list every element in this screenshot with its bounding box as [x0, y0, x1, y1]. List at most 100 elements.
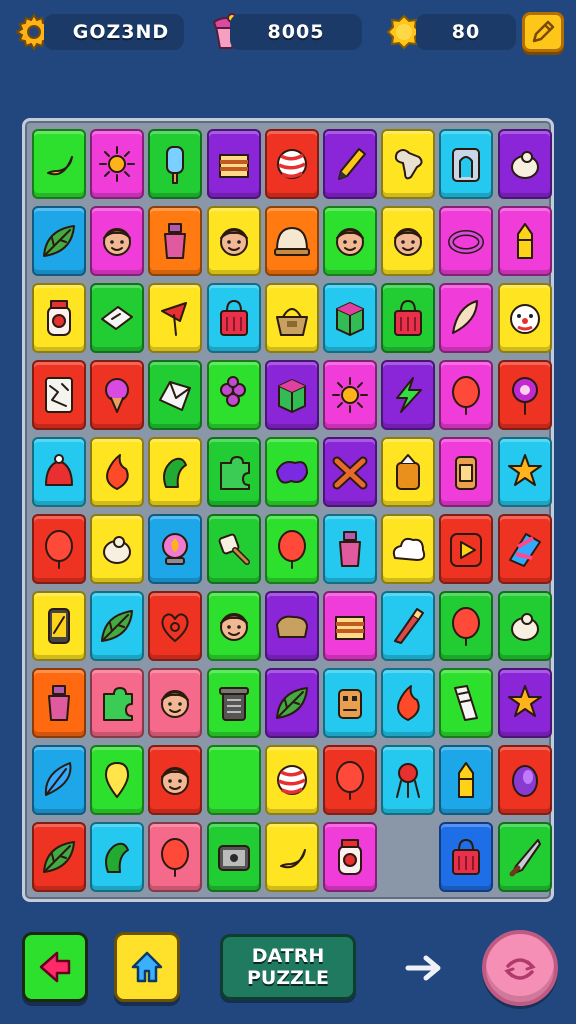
- next-arrow-icon[interactable]: [404, 950, 444, 986]
- tile-map[interactable]: [32, 360, 86, 430]
- tile-icecream[interactable]: [90, 360, 145, 430]
- tile-face[interactable]: [323, 206, 377, 276]
- tile-leaf[interactable]: [264, 668, 319, 738]
- tile-candy-ball[interactable]: [264, 745, 319, 815]
- tile-envelope[interactable]: [148, 360, 203, 430]
- tile-ticket[interactable]: [439, 668, 494, 738]
- tile-bottle[interactable]: [323, 514, 377, 584]
- pencil-button[interactable]: [522, 12, 564, 52]
- tile-face[interactable]: [206, 206, 261, 276]
- tile-puzzle[interactable]: [90, 668, 145, 738]
- tile-seed[interactable]: [90, 514, 145, 584]
- icecream-icon: [105, 378, 130, 413]
- tile-bottle[interactable]: [148, 206, 203, 276]
- tile-egg[interactable]: [497, 745, 552, 815]
- tile-jar[interactable]: [32, 283, 86, 353]
- tile-ring[interactable]: [439, 206, 494, 276]
- tile-star[interactable]: [497, 437, 552, 507]
- tile-jar[interactable]: [323, 822, 377, 892]
- tile-candy-ball[interactable]: [264, 129, 319, 199]
- game-board: [22, 118, 554, 902]
- tile-shovel[interactable]: [206, 514, 261, 584]
- tile-box[interactable]: [264, 360, 319, 430]
- tile-bin[interactable]: [206, 668, 261, 738]
- tile-dome[interactable]: [264, 206, 319, 276]
- tile-pepper[interactable]: [148, 437, 203, 507]
- tile-phone[interactable]: [32, 591, 86, 661]
- tile-star[interactable]: [497, 668, 552, 738]
- tile-robot[interactable]: [323, 668, 377, 738]
- shuffle-button[interactable]: [482, 930, 558, 1006]
- tile-lamp[interactable]: [148, 514, 203, 584]
- tile-puzzle[interactable]: [206, 437, 261, 507]
- tile-box[interactable]: [323, 283, 377, 353]
- tile-balloon[interactable]: [264, 514, 319, 584]
- tile-sun[interactable]: [90, 129, 145, 199]
- tile-flag[interactable]: [148, 283, 203, 353]
- tile-heart[interactable]: [148, 591, 203, 661]
- tile-seed[interactable]: [497, 591, 552, 661]
- tile-clown[interactable]: [497, 283, 552, 353]
- tile-arch[interactable]: [439, 129, 494, 199]
- tile-bone[interactable]: [381, 129, 436, 199]
- tile-brush[interactable]: [381, 591, 436, 661]
- tile-cone[interactable]: [439, 283, 494, 353]
- tile-none[interactable]: [206, 745, 261, 815]
- tile-cross[interactable]: [323, 437, 377, 507]
- tile-face[interactable]: [206, 591, 261, 661]
- tile-banana[interactable]: [32, 129, 86, 199]
- tile-face[interactable]: [381, 206, 436, 276]
- tile-crayon[interactable]: [497, 206, 552, 276]
- jar-icon: [47, 300, 71, 336]
- tile-balloon[interactable]: [148, 822, 203, 892]
- top-bar: GOZ3ND 8005 80: [0, 0, 576, 64]
- tile-face[interactable]: [148, 668, 203, 738]
- tile-face[interactable]: [148, 745, 203, 815]
- tile-cloud[interactable]: [381, 514, 436, 584]
- tile-leaf[interactable]: [32, 822, 86, 892]
- tile-bag[interactable]: [206, 283, 261, 353]
- tile-can[interactable]: [439, 437, 494, 507]
- tile-balloon[interactable]: [439, 591, 494, 661]
- tile-grapes[interactable]: [206, 360, 261, 430]
- tile-balloon[interactable]: [439, 360, 494, 430]
- tile-pepper[interactable]: [90, 822, 145, 892]
- tile-leaf[interactable]: [90, 591, 145, 661]
- tile-bolt[interactable]: [381, 360, 436, 430]
- tile-popsicle[interactable]: [148, 129, 203, 199]
- player-name: GOZ3ND: [72, 21, 170, 43]
- tile-flame[interactable]: [381, 668, 436, 738]
- bottle-icon: [48, 685, 70, 721]
- tile-bulb[interactable]: [90, 745, 145, 815]
- tile-sun[interactable]: [323, 360, 377, 430]
- tile-knife[interactable]: [497, 822, 552, 892]
- tile-splash[interactable]: [264, 437, 319, 507]
- tile-bag[interactable]: [439, 822, 494, 892]
- tile-bottle[interactable]: [32, 668, 86, 738]
- tile-sandwich[interactable]: [323, 591, 377, 661]
- tile-banana[interactable]: [264, 822, 319, 892]
- tile-pencil[interactable]: [323, 129, 377, 199]
- tile-radio[interactable]: [206, 822, 261, 892]
- tile-feather[interactable]: [32, 745, 86, 815]
- tile-leaf[interactable]: [32, 206, 86, 276]
- tile-sandwich[interactable]: [206, 129, 261, 199]
- tile-flame[interactable]: [90, 437, 145, 507]
- tile-seed[interactable]: [497, 129, 552, 199]
- tile-grill[interactable]: [381, 745, 436, 815]
- tile-card[interactable]: [90, 283, 145, 353]
- tile-balloon[interactable]: [323, 745, 377, 815]
- tile-face[interactable]: [90, 206, 145, 276]
- tile-basket[interactable]: [264, 283, 319, 353]
- tile-play[interactable]: [439, 514, 494, 584]
- tile-pin[interactable]: [497, 360, 552, 430]
- tile-bread[interactable]: [264, 591, 319, 661]
- tile-crayon[interactable]: [439, 745, 494, 815]
- tile-balloon[interactable]: [32, 514, 86, 584]
- tile-bag[interactable]: [381, 283, 436, 353]
- home-button[interactable]: [114, 932, 180, 1002]
- tile-jelly[interactable]: [32, 437, 86, 507]
- back-button[interactable]: [22, 932, 88, 1002]
- tile-jam[interactable]: [381, 437, 436, 507]
- tile-kite[interactable]: [497, 514, 552, 584]
